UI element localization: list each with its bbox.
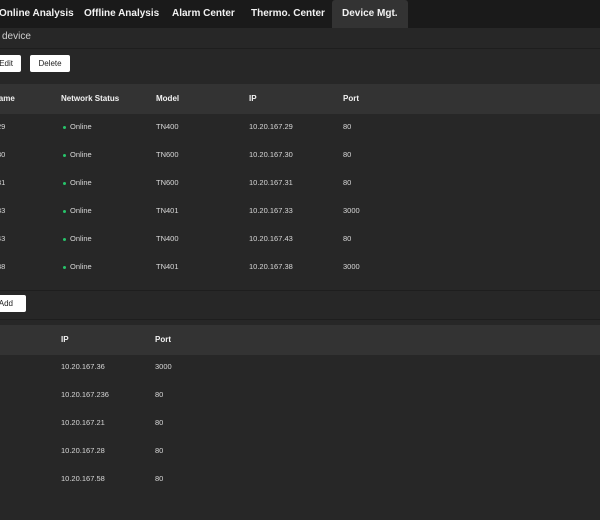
online-status-icon	[63, 153, 66, 157]
divider	[0, 48, 600, 49]
column-header-port[interactable]: Port	[343, 84, 359, 114]
tab-online-analysis[interactable]: Online Analysis	[0, 0, 74, 28]
device-port: 3000	[343, 262, 360, 271]
delete-button[interactable]: Delete	[30, 55, 70, 72]
discovered-ip: 10.20.167.36	[61, 362, 105, 371]
device-port: 80	[343, 122, 352, 131]
edit-button-label: Edit	[0, 59, 13, 68]
network-status: Online	[63, 197, 92, 225]
add-button-label: Add	[0, 299, 13, 308]
table-row[interactable]: 43 Online TN400 10.20.167.43 80	[0, 225, 600, 253]
discovered-port: 80	[155, 418, 164, 427]
top-tab-bar: Online Analysis Offline Analysis Alarm C…	[0, 0, 600, 28]
device-management-page: Online Analysis Offline Analysis Alarm C…	[0, 0, 600, 520]
device-port: 80	[343, 234, 352, 243]
device-model: TN400	[156, 122, 179, 131]
table-row[interactable]: 33 Online TN401 10.20.167.33 3000	[0, 197, 600, 225]
device-name: 43	[0, 234, 6, 243]
device-ip: 10.20.167.31	[249, 178, 293, 187]
column-header-network-status[interactable]: Network Status	[61, 84, 119, 114]
discovered-port: 80	[155, 390, 164, 399]
device-model: TN600	[156, 178, 179, 187]
table-row[interactable]: 31 Online TN600 10.20.167.31 80	[0, 169, 600, 197]
network-status: Online	[63, 169, 92, 197]
status-label: Online	[70, 234, 92, 243]
delete-button-label: Delete	[38, 59, 62, 68]
device-model: TN401	[156, 262, 179, 271]
tab-offline-analysis[interactable]: Offline Analysis	[84, 0, 159, 28]
device-model: TN600	[156, 150, 179, 159]
device-ip: 10.20.167.38	[249, 262, 293, 271]
device-port: 3000	[343, 206, 360, 215]
device-port: 80	[343, 150, 352, 159]
device-name: 33	[0, 206, 6, 215]
column-header-name[interactable]: Name	[0, 84, 15, 114]
device-ip: 10.20.167.30	[249, 150, 293, 159]
device-name: 30	[0, 150, 6, 159]
device-ip: 10.20.167.43	[249, 234, 293, 243]
status-label: Online	[70, 262, 92, 271]
divider	[0, 319, 600, 320]
status-label: Online	[70, 206, 92, 215]
online-status-icon	[63, 209, 66, 213]
tab-thermo-center[interactable]: Thermo. Center	[251, 0, 325, 28]
online-status-icon	[63, 237, 66, 241]
add-button[interactable]: Add	[0, 295, 26, 312]
discovered-table-header: IP Port	[0, 325, 600, 355]
table-row[interactable]: 10.20.167.58 80	[0, 465, 600, 493]
breadcrumb: device	[2, 31, 31, 42]
table-row[interactable]: 10.20.167.236 80	[0, 381, 600, 409]
device-ip: 10.20.167.29	[249, 122, 293, 131]
column-header-model[interactable]: Model	[156, 84, 179, 114]
network-status: Online	[63, 141, 92, 169]
discovered-port: 80	[155, 474, 164, 483]
status-label: Online	[70, 178, 92, 187]
device-model: TN400	[156, 234, 179, 243]
column-header-ip[interactable]: IP	[61, 325, 69, 355]
device-port: 80	[343, 178, 352, 187]
discovered-ip: 10.20.167.58	[61, 474, 105, 483]
table-row[interactable]: 10.20.167.21 80	[0, 409, 600, 437]
edit-button[interactable]: Edit	[0, 55, 21, 72]
tab-alarm-center[interactable]: Alarm Center	[172, 0, 235, 28]
table-row[interactable]: 38 Online TN401 10.20.167.38 3000	[0, 253, 600, 281]
online-status-icon	[63, 265, 66, 269]
table-row[interactable]: 10.20.167.36 3000	[0, 353, 600, 381]
discovered-port: 80	[155, 446, 164, 455]
online-status-icon	[63, 181, 66, 185]
device-name: 31	[0, 178, 6, 187]
table-row[interactable]: 30 Online TN600 10.20.167.30 80	[0, 141, 600, 169]
network-status: Online	[63, 253, 92, 281]
tab-device-mgt[interactable]: Device Mgt.	[332, 0, 408, 28]
device-name: 29	[0, 122, 6, 131]
device-name: 38	[0, 262, 6, 271]
network-status: Online	[63, 225, 92, 253]
network-status: Online	[63, 113, 92, 141]
divider	[0, 290, 600, 291]
status-label: Online	[70, 122, 92, 131]
device-model: TN401	[156, 206, 179, 215]
discovered-ip: 10.20.167.21	[61, 418, 105, 427]
column-header-ip[interactable]: IP	[249, 84, 257, 114]
devices-table-header: Name Network Status Model IP Port	[0, 84, 600, 114]
column-header-port[interactable]: Port	[155, 325, 171, 355]
discovered-ip: 10.20.167.28	[61, 446, 105, 455]
discovered-port: 3000	[155, 362, 172, 371]
status-label: Online	[70, 150, 92, 159]
table-row[interactable]: 10.20.167.28 80	[0, 437, 600, 465]
table-row[interactable]: 29 Online TN400 10.20.167.29 80	[0, 113, 600, 141]
device-ip: 10.20.167.33	[249, 206, 293, 215]
discovered-ip: 10.20.167.236	[61, 390, 109, 399]
online-status-icon	[63, 125, 66, 129]
